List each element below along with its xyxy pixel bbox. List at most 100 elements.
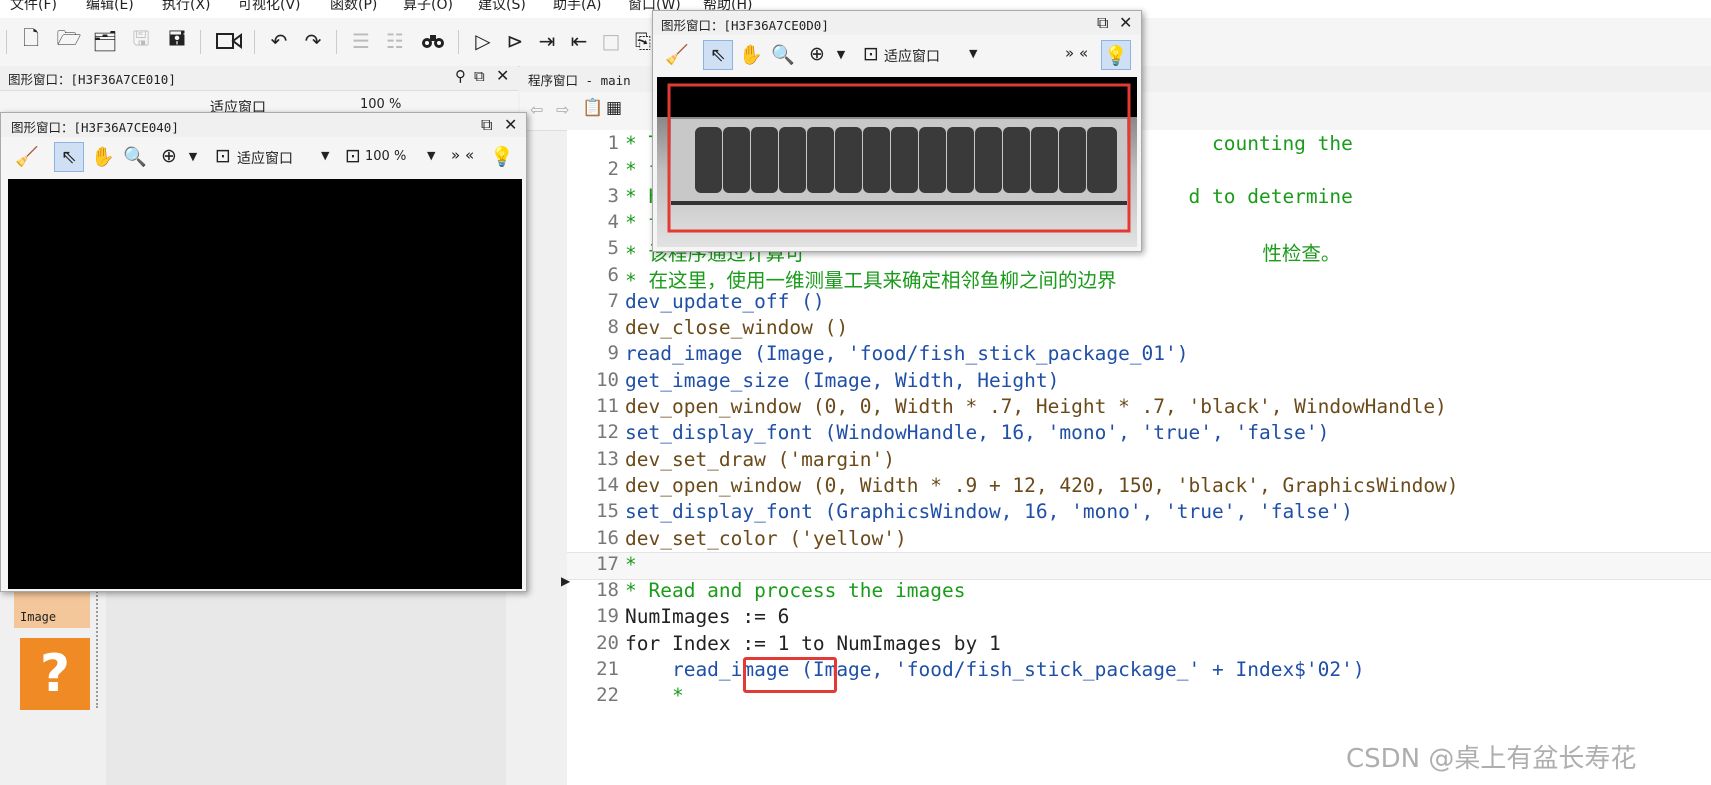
line-number[interactable]: 3 bbox=[567, 185, 619, 207]
fit-window-icon[interactable]: ⊡ bbox=[857, 40, 885, 68]
code-line[interactable]: read_image (Image, 'food/fish_stick_pack… bbox=[625, 658, 1365, 681]
line-number[interactable]: 18 bbox=[567, 579, 619, 601]
line-number[interactable]: 8 bbox=[567, 316, 619, 338]
line-number[interactable]: 2 bbox=[567, 158, 619, 180]
zoom-fit-label[interactable]: 适应窗口 bbox=[237, 148, 293, 168]
menu-assistants[interactable]: 助手(A) bbox=[553, 0, 602, 14]
splitter-handle[interactable] bbox=[96, 588, 106, 708]
line-number[interactable]: 19 bbox=[567, 605, 619, 627]
close-icon[interactable]: ✕ bbox=[504, 115, 517, 134]
binoculars-icon[interactable] bbox=[418, 26, 448, 56]
line-number[interactable]: 16 bbox=[567, 527, 619, 549]
clear-brush-icon[interactable]: 🧹 bbox=[13, 142, 41, 170]
code-line[interactable]: dev_open_window (0, 0, Width * .7, Heigh… bbox=[625, 395, 1447, 418]
record-icon[interactable] bbox=[214, 26, 244, 56]
restore-icon[interactable]: ⧉ bbox=[481, 115, 492, 135]
zoom-box-icon[interactable]: ⊡ bbox=[339, 142, 367, 170]
fit-window-icon[interactable]: ⊡ bbox=[209, 142, 237, 170]
help-icon[interactable]: ? bbox=[20, 638, 90, 710]
open-file-icon[interactable]: 🗁 bbox=[54, 26, 84, 56]
zoom-percent[interactable]: 100 % bbox=[365, 149, 406, 164]
window-titlebar[interactable]: 图形窗口：[H3F36A7CE040] ⧉ ✕ bbox=[1, 113, 526, 137]
line-number[interactable]: 10 bbox=[567, 369, 619, 391]
lightbulb-icon[interactable]: 💡 bbox=[1101, 40, 1131, 70]
line-number[interactable]: 15 bbox=[567, 500, 619, 522]
line-number[interactable]: 20 bbox=[567, 632, 619, 654]
line-number[interactable]: 4 bbox=[567, 211, 619, 233]
overflow-icon[interactable]: » « bbox=[451, 146, 474, 164]
line-number[interactable]: 21 bbox=[567, 658, 619, 680]
overflow-icon[interactable]: » « bbox=[1065, 44, 1088, 62]
code-line[interactable]: dev_set_draw ('margin') bbox=[625, 448, 895, 471]
stop-icon[interactable]: □ bbox=[596, 26, 626, 56]
pin-icon[interactable]: ⚲ bbox=[455, 67, 466, 85]
code-line[interactable]: get_image_size (Image, Width, Height) bbox=[625, 369, 1059, 392]
pointer-icon[interactable]: ⇖ bbox=[703, 40, 733, 70]
code-line[interactable]: dev_update_off () bbox=[625, 290, 825, 313]
chevron-down-icon[interactable]: ▼ bbox=[827, 40, 855, 68]
menu-operators[interactable]: 算子(O) bbox=[403, 0, 453, 14]
pan-hand-icon[interactable]: ✋ bbox=[89, 142, 117, 170]
window-titlebar[interactable]: 图形窗口：[H3F36A7CE0D0] ⧉ ✕ bbox=[653, 11, 1141, 35]
menu-file[interactable]: 文件(F) bbox=[10, 0, 57, 14]
magnify-icon[interactable]: 🔍 bbox=[121, 142, 149, 170]
code-line[interactable]: dev_set_color ('yellow') bbox=[625, 527, 907, 550]
line-number[interactable]: 17 bbox=[567, 553, 619, 575]
line-number[interactable]: 9 bbox=[567, 342, 619, 364]
menu-procedures[interactable]: 函数(P) bbox=[330, 0, 377, 14]
code-line[interactable]: read_image (Image, 'food/fish_stick_pack… bbox=[625, 342, 1189, 365]
line-number[interactable]: 11 bbox=[567, 395, 619, 417]
clear-brush-icon[interactable]: 🧹 bbox=[663, 40, 691, 68]
magnify-icon[interactable]: 🔍 bbox=[769, 40, 797, 68]
menu-visualize[interactable]: 可视化(V) bbox=[238, 0, 301, 14]
step-over-icon[interactable]: ⊳ bbox=[500, 26, 530, 56]
zoom-fit-label[interactable]: 适应窗口 bbox=[884, 46, 940, 66]
step-into-icon[interactable]: ⇥ bbox=[532, 26, 562, 56]
line-number[interactable]: 1 bbox=[567, 132, 619, 154]
code-line[interactable]: * Read and process the images bbox=[625, 579, 965, 602]
code-line[interactable]: dev_open_window (0, Width * .9 + 12, 420… bbox=[625, 474, 1459, 497]
line-number[interactable]: 13 bbox=[567, 448, 619, 470]
zoom-percent[interactable]: 100 % bbox=[360, 97, 401, 112]
back-icon[interactable]: ⇦ bbox=[530, 100, 543, 119]
redo-icon[interactable]: ↷ bbox=[298, 26, 328, 56]
forward-icon[interactable]: ⇨ bbox=[556, 100, 569, 119]
graphics-canvas[interactable] bbox=[8, 179, 522, 589]
lightbulb-icon[interactable]: 💡 bbox=[488, 142, 516, 170]
restore-icon[interactable]: ⧉ bbox=[1097, 13, 1108, 33]
line-number[interactable]: 6 bbox=[567, 264, 619, 286]
code-line[interactable]: NumImages := 6 bbox=[625, 605, 789, 628]
close-icon[interactable]: ✕ bbox=[1119, 13, 1132, 32]
step-out-icon[interactable]: ⇤ bbox=[564, 26, 594, 56]
line-number[interactable]: 14 bbox=[567, 474, 619, 496]
code-line[interactable]: * bbox=[625, 553, 637, 576]
chevron-down-icon[interactable]: ▼ bbox=[427, 149, 435, 162]
pointer-icon[interactable]: ⇖ bbox=[54, 142, 84, 172]
open-example-icon[interactable]: 🗂 bbox=[90, 26, 120, 56]
float-icon[interactable]: ⧉ bbox=[474, 67, 485, 85]
chevron-down-icon[interactable]: ▼ bbox=[969, 47, 977, 60]
menu-suggestions[interactable]: 建议(S) bbox=[478, 0, 526, 14]
line-number[interactable]: 5 bbox=[567, 237, 619, 259]
save-icon[interactable]: 🖫 bbox=[126, 26, 156, 56]
code-line[interactable]: * bbox=[625, 684, 684, 707]
code-line[interactable]: dev_close_window () bbox=[625, 316, 848, 339]
chevron-down-icon[interactable]: ▼ bbox=[321, 149, 329, 162]
delete-code-icon[interactable]: ☷ bbox=[380, 26, 410, 56]
code-line[interactable]: set_display_font (WindowHandle, 16, 'mon… bbox=[625, 421, 1329, 444]
chevron-down-icon[interactable]: ▼ bbox=[179, 142, 207, 170]
new-file-icon[interactable]: 🗋 bbox=[16, 26, 46, 56]
run-icon[interactable]: ▷ bbox=[468, 26, 498, 56]
graphics-canvas[interactable] bbox=[657, 77, 1137, 247]
variable-thumbnail[interactable]: Image bbox=[14, 588, 90, 628]
pan-hand-icon[interactable]: ✋ bbox=[737, 40, 765, 68]
line-number[interactable]: 7 bbox=[567, 290, 619, 312]
insert-code-icon[interactable]: ☰ bbox=[346, 26, 376, 56]
clipboard-icon[interactable]: 📋 bbox=[582, 98, 603, 118]
line-number[interactable]: 22 bbox=[567, 684, 619, 706]
menu-execute[interactable]: 执行(X) bbox=[162, 0, 211, 14]
line-number[interactable]: 12 bbox=[567, 421, 619, 443]
undo-icon[interactable]: ↶ bbox=[264, 26, 294, 56]
grid-icon[interactable]: ▦ bbox=[606, 98, 622, 118]
save-all-icon[interactable]: 🖬 bbox=[162, 26, 192, 56]
